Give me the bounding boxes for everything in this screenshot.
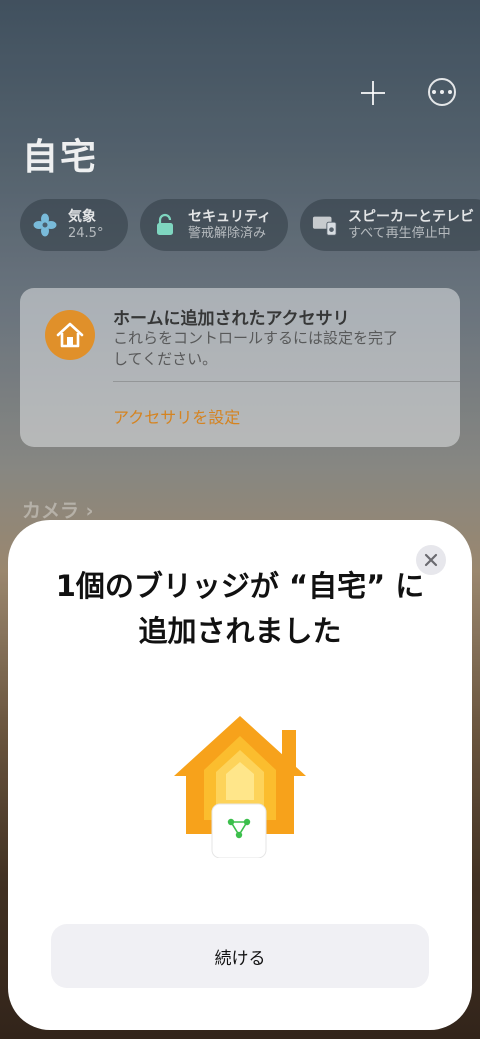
speakers-tv-chip[interactable]: スピーカーとテレビ すべて再生停止中 [300, 199, 480, 251]
page-title: 自宅 [22, 137, 99, 178]
chip-title: セキュリティ [188, 208, 272, 225]
chip-title: 気象 [68, 208, 96, 225]
new-accessories-card: ホームに追加されたアクセサリ これらをコントロールするには設定を完了してください… [20, 288, 460, 447]
sheet-title: 1個のブリッジが “自宅” に追加されました [55, 569, 425, 648]
card-description: これらをコントロールするには設定を完了してください。 [113, 329, 399, 368]
chip-value: 警戒解除済み [188, 225, 267, 241]
chip-value: 24.5° [68, 225, 104, 241]
home-icon [45, 310, 95, 360]
chip-title: スピーカーとテレビ [348, 208, 474, 225]
ellipsis-icon [432, 90, 436, 94]
chip-value: すべて再生停止中 [348, 225, 451, 241]
security-chip[interactable]: セキュリティ 警戒解除済み [140, 199, 288, 251]
continue-button[interactable]: 続ける [51, 924, 429, 988]
camera-section-title[interactable]: カメラ › [22, 496, 93, 523]
fan-icon [32, 212, 58, 238]
home-bridge-icon [170, 708, 310, 859]
more-button[interactable] [428, 78, 456, 106]
divider [113, 381, 460, 382]
tv-speaker-icon [312, 212, 338, 238]
lock-icon [152, 212, 178, 238]
setup-accessories-link[interactable]: アクセサリを設定 [113, 404, 240, 428]
bridge-added-sheet: 1個のブリッジが “自宅” に追加されました 続ける [8, 520, 472, 1030]
add-button[interactable] [358, 78, 388, 108]
card-title: ホームに追加されたアクセサリ [113, 309, 350, 329]
weather-chip[interactable]: 気象 24.5° [20, 199, 128, 251]
